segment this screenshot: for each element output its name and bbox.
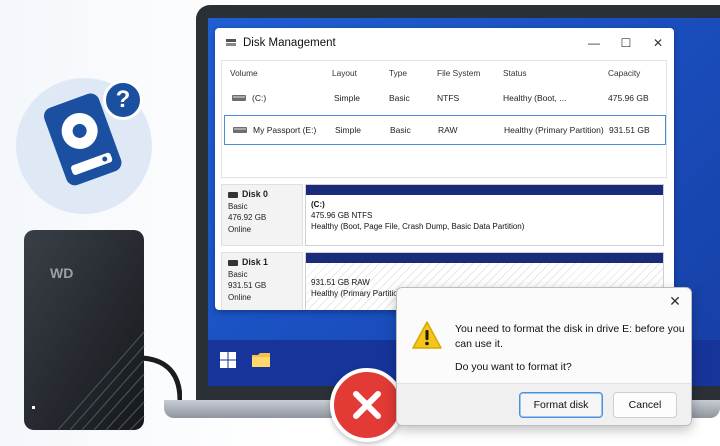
table-row-selected[interactable]: My Passport (E:) Simple Basic RAW Health… [224,115,666,145]
partition-block[interactable]: (C:) 475.96 GB NTFS Healthy (Boot, Page … [305,184,664,246]
volume-cell: (C:) [232,83,266,113]
external-hard-drive-icon: WD [24,230,182,431]
partition-band [306,185,663,195]
disk-icon [228,259,238,266]
maximize-button[interactable]: ☐ [610,28,642,58]
volume-cell: My Passport (E:) [233,116,316,144]
disk-size: 931.51 GB [228,281,267,290]
layout-cell: Simple [334,93,360,103]
dialog-question: Do you want to format it? [455,361,572,373]
status-cell: Healthy (Boot, ... [503,93,567,103]
layout-cell: Simple [335,125,361,135]
warning-icon [412,321,442,349]
file-explorer-icon[interactable] [252,352,270,368]
disk-state: Online [228,224,252,234]
drive-brand-logo: WD [50,265,73,281]
column-header-capacity[interactable]: Capacity [608,65,640,81]
disk-state: Online [228,292,252,302]
drive-icon [232,95,246,101]
windows-start-icon[interactable] [220,352,236,368]
dialog-footer: Format disk Cancel [397,383,691,425]
disk-row: Disk 0 Basic 476.92 GB Online (C:) 475.9… [221,184,667,246]
disk-icon [228,191,238,198]
close-button[interactable]: ✕ [642,28,674,58]
partition-label: (C:) [311,200,325,209]
column-header-file-system[interactable]: File System [437,65,480,81]
file-system-cell: NTFS [437,93,460,103]
error-badge [330,368,404,442]
status-cell: Healthy (Primary Partition) [504,125,604,135]
column-header-layout[interactable]: Layout [332,65,357,81]
dialog-close-button[interactable]: ✕ [665,292,685,310]
format-disk-dialog: ✕ You need to format the disk in drive E… [396,287,692,426]
dialog-message: You need to format the disk in drive E: … [455,323,685,350]
error-x-icon [353,391,381,419]
type-cell: Basic [390,125,411,135]
disk-size: 476.92 GB [228,213,267,222]
format-disk-button[interactable]: Format disk [519,392,603,418]
drive-icon [233,127,247,133]
disk-name: Disk 0 [242,189,268,199]
question-mark-icon: ? [103,80,143,120]
column-header-type[interactable]: Type [389,65,407,81]
column-header-volume[interactable]: Volume [230,65,258,81]
partition-detail: 475.96 GB NTFS [311,211,373,220]
minimize-button[interactable]: — [578,28,610,58]
partition-status: Healthy (Boot, Page File, Crash Dump, Ba… [311,222,525,231]
table-row[interactable]: (C:) Simple Basic NTFS Healthy (Boot, ..… [222,83,666,113]
cancel-button[interactable]: Cancel [613,392,677,418]
window-title: Disk Management [243,37,336,49]
disk-management-window: Disk Management — ☐ ✕ Volume Layout Type… [215,28,674,310]
disk-type: Basic [228,201,248,211]
type-cell: Basic [389,93,410,103]
disk-info[interactable]: Disk 1 Basic 931.51 GB Online [221,252,303,310]
disk-name: Disk 1 [242,257,268,267]
disk-type: Basic [228,269,248,279]
capacity-cell: 931.51 GB [609,125,650,135]
partition-band [306,253,663,263]
disk-management-app-icon [226,39,236,46]
volume-list-header: Volume Layout Type File System Status Ca… [222,65,666,81]
capacity-cell: 475.96 GB [608,93,649,103]
volume-list: Volume Layout Type File System Status Ca… [221,60,667,178]
file-system-cell: RAW [438,125,458,135]
disk-info[interactable]: Disk 0 Basic 476.92 GB Online [221,184,303,246]
column-header-status[interactable]: Status [503,65,527,81]
